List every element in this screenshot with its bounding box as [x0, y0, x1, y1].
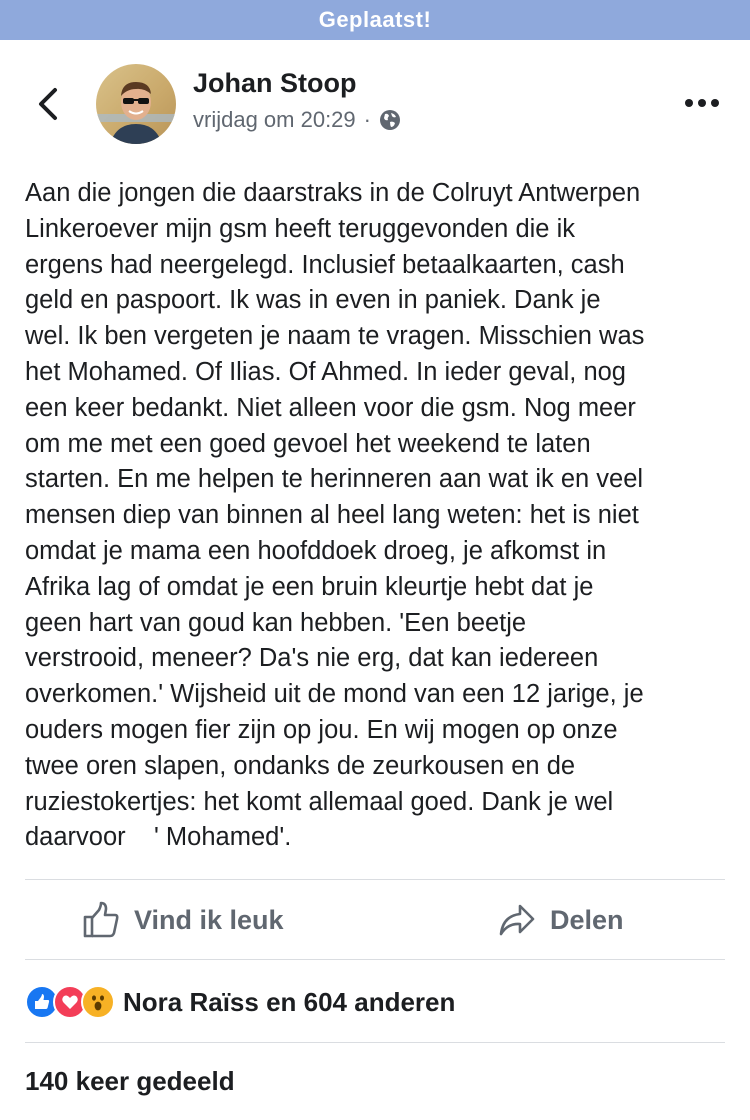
wow-reaction-icon: [81, 985, 115, 1019]
post-timestamp[interactable]: vrijdag om 20:29: [193, 107, 356, 133]
thumbs-up-icon: [83, 901, 119, 938]
shares-count[interactable]: 140 keer gedeeld: [25, 1066, 235, 1097]
author-name[interactable]: Johan Stoop: [193, 68, 357, 99]
share-button[interactable]: Delen: [498, 894, 624, 946]
share-arrow-icon: [499, 904, 535, 936]
divider: [25, 879, 725, 880]
reactions-summary[interactable]: Nora Raïss en 604 anderen: [25, 982, 455, 1022]
status-banner-text: Geplaatst!: [318, 7, 432, 32]
status-banner: Geplaatst!: [0, 0, 750, 40]
reactions-label: Nora Raïss en 604 anderen: [123, 986, 456, 1017]
like-label: Vind ik leuk: [134, 904, 284, 935]
globe-icon: [379, 110, 400, 130]
divider: [25, 959, 725, 960]
reaction-icons: [25, 985, 115, 1019]
post-meta: vrijdag om 20:29 ·: [193, 107, 401, 133]
avatar-image: [96, 64, 176, 144]
more-options-button[interactable]: [680, 88, 724, 118]
chevron-left-icon: [39, 88, 57, 120]
share-label: Delen: [550, 904, 624, 935]
like-button[interactable]: Vind ik leuk: [82, 894, 284, 946]
divider: [25, 1042, 725, 1043]
more-horizontal-icon: [685, 99, 719, 107]
back-button[interactable]: [28, 84, 68, 124]
avatar[interactable]: [96, 64, 176, 144]
post-text: Aan die jongen die daarstraks in de Colr…: [25, 179, 645, 852]
meta-separator: ·: [363, 107, 371, 132]
